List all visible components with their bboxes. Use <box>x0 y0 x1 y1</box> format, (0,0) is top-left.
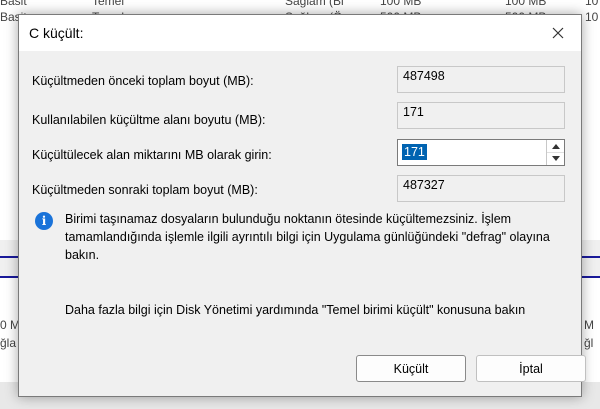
bg-cell: 10 <box>585 0 599 8</box>
shrink-amount-label: Küçültülecek alan miktarını MB olarak gi… <box>32 148 272 162</box>
bg-cell: Basit <box>0 0 27 8</box>
bg-cell: 100 MB <box>380 0 422 8</box>
bg-text: ğla <box>0 336 17 350</box>
bg-cell: 10 <box>585 10 599 24</box>
total-size-after-field: 487327 <box>397 175 565 202</box>
shrink-button[interactable]: Küçült <box>356 355 466 382</box>
available-shrink-field: 171 <box>397 102 565 129</box>
bg-text: 0 M <box>0 318 21 332</box>
help-message: Daha fazla bilgi için Disk Yönetimi yard… <box>65 303 526 317</box>
total-size-before-label: Küçültmeden önceki toplam boyut (MB): <box>32 74 254 88</box>
stepper-buttons <box>546 140 564 165</box>
info-icon: i <box>35 212 53 230</box>
title-bar: C küçült: <box>19 15 581 51</box>
dialog-title: C küçült: <box>29 25 84 41</box>
shrink-dialog: C küçült: Küçültmeden önceki toplam boyu… <box>18 14 586 397</box>
background-volume-row: Basit Temel Sağlam (Bi 100 MB 100 MB 10 <box>0 0 600 8</box>
bg-text: ğl <box>584 336 594 350</box>
available-shrink-label: Kullanılabilen küçültme alanı boyutu (MB… <box>32 113 266 127</box>
bg-cell: 100 MB <box>505 0 547 8</box>
shrink-amount-stepper[interactable]: 171 <box>397 139 565 166</box>
bg-text: M <box>584 318 594 332</box>
chevron-up-icon <box>551 143 560 149</box>
shrink-amount-input[interactable]: 171 <box>402 144 427 160</box>
total-size-before-field: 487498 <box>397 66 565 93</box>
close-button[interactable] <box>535 15 581 51</box>
info-message: Birimi taşınamaz dosyaların bulunduğu no… <box>65 212 550 262</box>
close-icon <box>552 27 564 39</box>
bg-cell: Temel <box>92 0 125 8</box>
chevron-down-icon <box>551 155 560 161</box>
cancel-button[interactable]: İptal <box>476 355 586 382</box>
stepper-down-button[interactable] <box>547 152 564 164</box>
bg-cell: Sağlam (Bi <box>285 0 344 8</box>
total-size-after-label: Küçültmeden sonraki toplam boyut (MB): <box>32 183 258 197</box>
